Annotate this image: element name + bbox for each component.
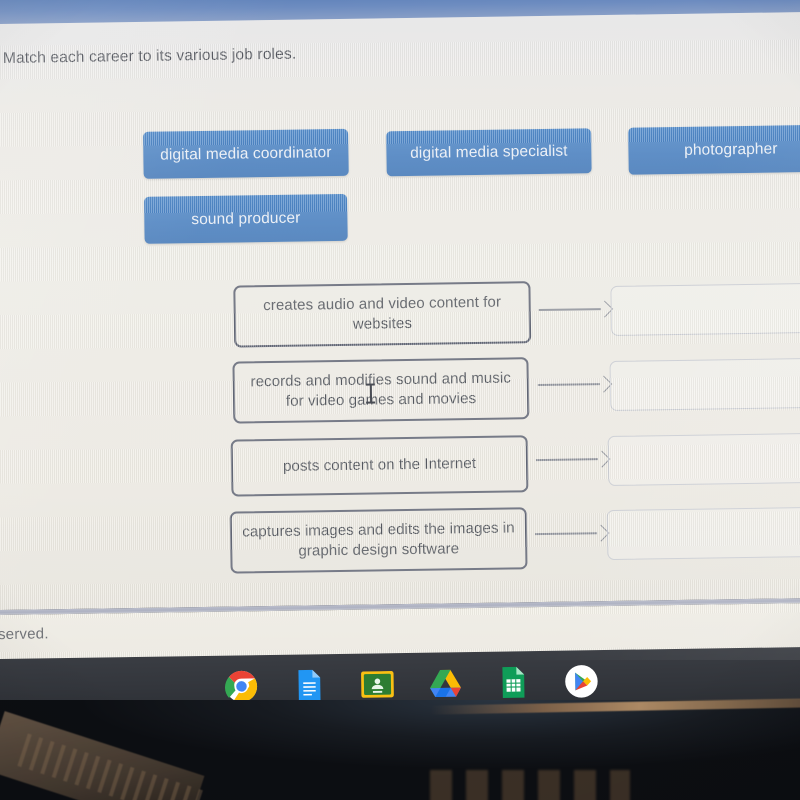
job-role-box: creates audio and video content for webs… <box>233 281 532 348</box>
google-sheets-icon <box>502 666 525 698</box>
arrow-right-icon <box>535 524 610 542</box>
question-prompt: Match each career to its various job rol… <box>2 45 297 67</box>
answer-drop-zone[interactable] <box>610 283 800 336</box>
taskbar-item-google-classroom[interactable] <box>357 664 398 705</box>
google-drive-icon <box>430 669 461 697</box>
answer-drop-zone[interactable] <box>609 358 800 411</box>
taskbar-item-google-drive[interactable] <box>425 663 466 704</box>
answer-drop-zone[interactable] <box>607 433 800 487</box>
arrow-right-icon <box>537 375 613 393</box>
job-role-box: captures images and edits the images in … <box>229 507 528 574</box>
screenshot-root: Match each career to its various job rol… <box>0 0 800 800</box>
answer-drop-zone[interactable] <box>606 507 800 561</box>
career-chip-digital-media-specialist[interactable]: digital media specialist <box>386 128 592 177</box>
quiz-page: Match each career to its various job rol… <box>0 11 800 611</box>
arrow-right-icon <box>535 450 611 468</box>
career-chip-sound-producer[interactable]: sound producer <box>144 193 348 244</box>
keyboard-keys <box>430 770 630 800</box>
google-docs-icon <box>298 669 321 702</box>
chrome-icon <box>225 670 258 702</box>
arrow-right-icon <box>538 300 614 318</box>
play-store-icon <box>565 665 598 698</box>
job-role-box: posts content on the Internet <box>230 435 529 497</box>
taskbar-item-google-sheets[interactable] <box>493 662 534 703</box>
text-cursor-icon <box>365 382 376 404</box>
taskbar-item-play-store[interactable] <box>561 661 602 702</box>
copyright-text: eserved. <box>0 625 49 644</box>
laptop-screen: Match each career to its various job rol… <box>0 0 800 728</box>
job-role-box: records and modifies sound and music for… <box>232 357 530 424</box>
career-chip-photographer[interactable]: photographer <box>628 124 800 175</box>
google-classroom-icon <box>361 671 394 698</box>
career-chip-digital-media-coordinator[interactable]: digital media coordinator <box>143 128 349 179</box>
